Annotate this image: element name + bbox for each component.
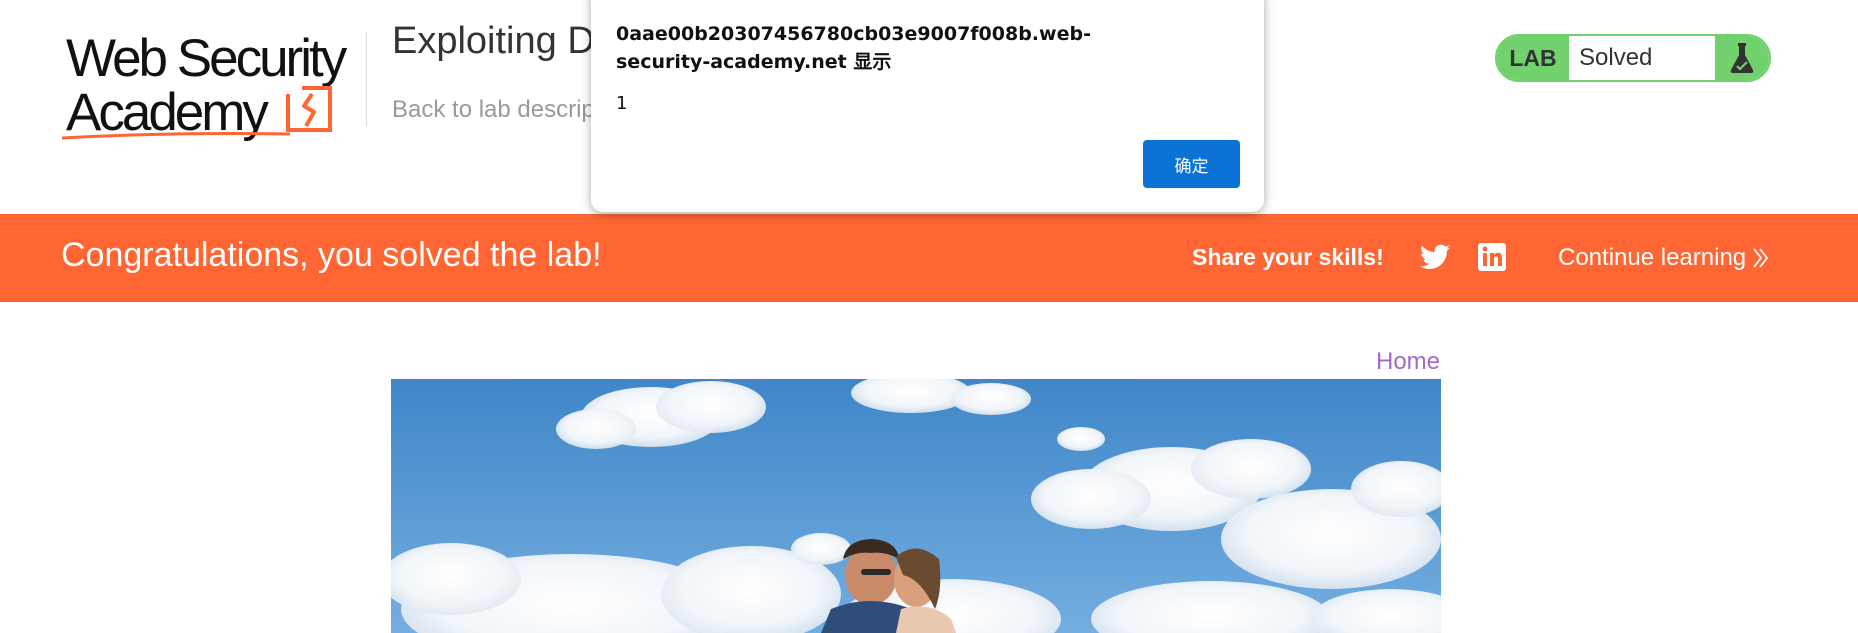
flask-icon [1715,36,1769,80]
home-link[interactable]: Home [1376,348,1440,376]
congratulations-message: Congratulations, you solved the lab! [61,236,602,274]
blog-post-image [391,379,1441,633]
continue-learning-link[interactable]: Continue learning [1558,244,1770,272]
congratulations-banner: Congratulations, you solved the lab! Sha… [0,214,1858,302]
dialog-message: 1 [616,93,628,114]
alert-dialog: 0aae00b20307456780cb03e9007f008b.web-sec… [591,0,1264,212]
double-chevron-right-icon [1753,248,1769,268]
dialog-origin-text: 0aae00b20307456780cb03e9007f008b.web-sec… [616,23,1091,73]
twitter-icon[interactable] [1420,244,1450,272]
share-skills-label: Share your skills! [1192,244,1384,270]
logo-underline-icon [62,132,291,140]
logo-text-line1: Web Security [66,29,347,88]
lab-status-label: LAB [1497,36,1569,80]
academy-logo-mark-icon [286,86,332,132]
continue-learning-label: Continue learning [1558,244,1747,271]
header-divider [366,32,367,126]
web-security-academy-logo[interactable]: Web Security Academy [62,30,362,140]
back-to-lab-description-link[interactable]: Back to lab descrip [392,96,595,124]
dialog-ok-button[interactable]: 确定 [1143,140,1240,188]
linkedin-icon[interactable] [1477,242,1507,272]
lab-status-state: Solved [1579,44,1653,71]
lab-title: Exploiting DO [392,20,625,62]
lab-status-widget: LAB Solved [1495,34,1771,82]
